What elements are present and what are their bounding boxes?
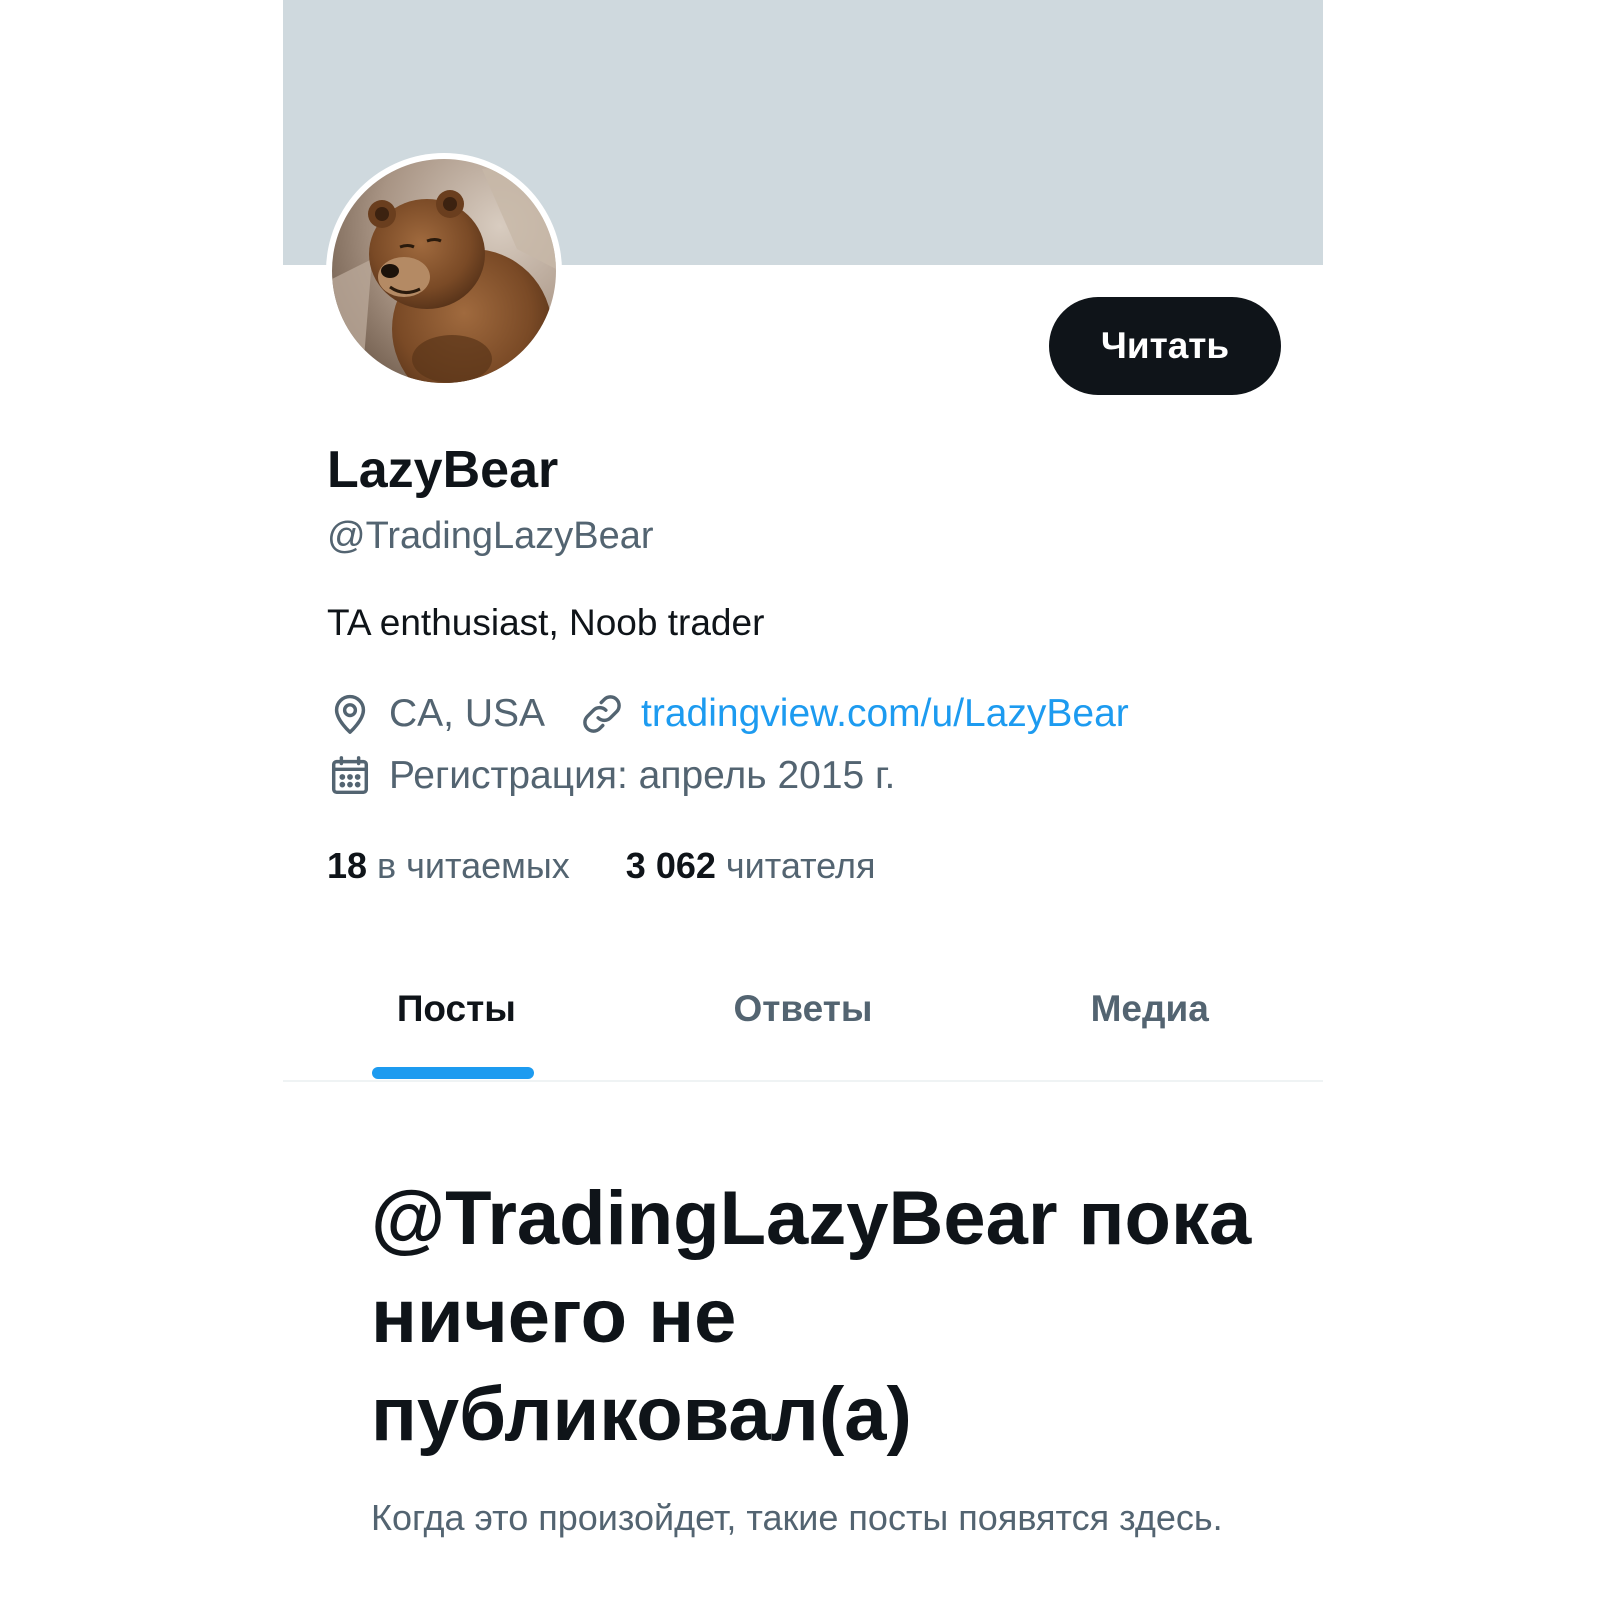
location-text: CA, USA xyxy=(389,692,546,735)
location-pin-icon xyxy=(327,691,373,737)
website-link[interactable]: tradingview.com/u/LazyBear xyxy=(641,692,1129,736)
location-item: CA, USA xyxy=(327,691,545,737)
follow-button[interactable]: Читать xyxy=(1049,297,1281,395)
joined-text: Регистрация: апрель 2015 г. xyxy=(389,754,896,797)
profile-meta-row-joined: Регистрация: апрель 2015 г. xyxy=(327,751,895,801)
profile-stats: 18 в читаемых 3 062 читателя xyxy=(327,843,875,889)
following-stat[interactable]: 18 в читаемых xyxy=(327,843,570,889)
following-count: 18 xyxy=(327,845,368,886)
following-label: в читаемых xyxy=(377,845,570,886)
profile-column: Читать LazyBear @TradingLazyBear TA enth… xyxy=(283,0,1323,1600)
profile-handle: @TradingLazyBear xyxy=(327,515,654,557)
profile-bio: TA enthusiast, Noob trader xyxy=(327,602,765,643)
empty-state-title: @TradingLazyBear пока ничего не публиков… xyxy=(371,1176,1252,1457)
link-icon xyxy=(579,691,625,737)
tab-replies-label: Ответы xyxy=(733,988,873,1029)
followers-stat[interactable]: 3 062 читателя xyxy=(626,843,876,889)
tab-replies[interactable]: Ответы xyxy=(630,950,977,1080)
tab-media-label: Медиа xyxy=(1090,988,1209,1029)
profile-tabs: Посты Ответы Медиа xyxy=(283,950,1323,1082)
website-item[interactable]: tradingview.com/u/LazyBear xyxy=(579,691,1129,737)
avatar[interactable] xyxy=(326,153,562,389)
bear-avatar-image xyxy=(332,159,556,383)
profile-meta-row: CA, USA tradingview.com/u/LazyBear xyxy=(327,689,1129,739)
calendar-icon xyxy=(327,753,373,799)
tab-posts[interactable]: Посты xyxy=(283,950,630,1080)
profile-page: Читать LazyBear @TradingLazyBear TA enth… xyxy=(0,0,1600,1600)
empty-state-subtitle: Когда это произойдет, такие посты появят… xyxy=(371,1497,1223,1538)
followers-count: 3 062 xyxy=(625,845,716,886)
followers-label: читателя xyxy=(725,845,876,886)
tab-media[interactable]: Медиа xyxy=(976,950,1323,1080)
display-name: LazyBear xyxy=(327,441,559,499)
active-tab-indicator xyxy=(372,1067,534,1079)
joined-item: Регистрация: апрель 2015 г. xyxy=(327,753,895,799)
